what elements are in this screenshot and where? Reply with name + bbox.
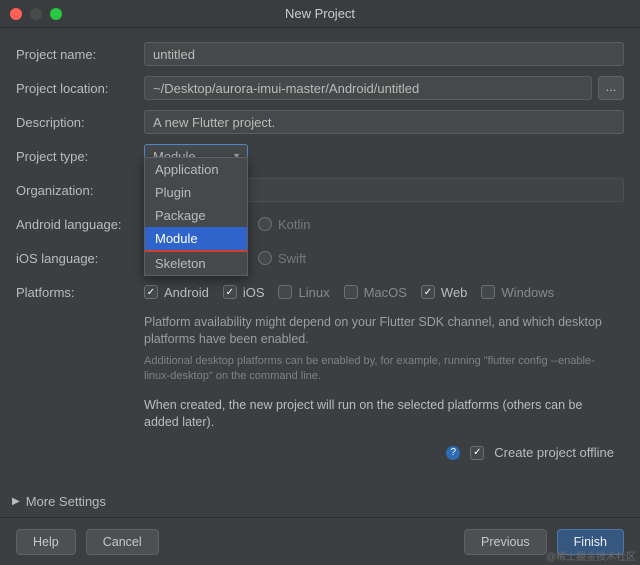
window-controls	[10, 8, 62, 20]
platform-label: Android	[164, 285, 209, 300]
project-type-option[interactable]: Package	[145, 204, 247, 227]
label-organization: Organization:	[16, 183, 144, 198]
ios-lang-swift-label: Swift	[278, 251, 306, 266]
project-type-option[interactable]: Skeleton	[145, 252, 247, 275]
project-type-option[interactable]: Application	[145, 158, 247, 181]
platform-checkbox[interactable]	[223, 285, 237, 299]
platform-label: Windows	[501, 285, 554, 300]
platform-label: Linux	[298, 285, 329, 300]
platform-item: MacOS	[344, 285, 407, 300]
project-type-option[interactable]: Module	[145, 227, 247, 252]
help-button[interactable]: Help	[16, 529, 76, 555]
chevron-right-icon: ▶	[12, 496, 20, 507]
description-input[interactable]	[144, 110, 624, 134]
label-platforms: Platforms:	[16, 285, 144, 300]
more-settings-toggle[interactable]: ▶ More Settings	[12, 494, 106, 509]
form-content: Project name: Project location: ... Desc…	[0, 28, 640, 460]
create-offline-label: Create project offline	[494, 445, 614, 460]
platform-item: Linux	[278, 285, 329, 300]
label-project-name: Project name:	[16, 47, 144, 62]
platform-item: Web	[421, 285, 468, 300]
platform-label: Web	[441, 285, 468, 300]
label-ios-language: iOS language:	[16, 251, 144, 266]
platform-label: iOS	[243, 285, 265, 300]
browse-button[interactable]: ...	[598, 76, 624, 100]
platform-checkbox[interactable]	[144, 285, 158, 299]
project-location-input[interactable]	[144, 76, 592, 100]
created-note: When created, the new project will run o…	[144, 397, 624, 431]
platform-item: Windows	[481, 285, 554, 300]
label-android-language: Android language:	[16, 217, 144, 232]
footer: Help Cancel Previous Finish	[0, 517, 640, 565]
more-settings-label: More Settings	[26, 494, 106, 509]
minimize-icon[interactable]	[30, 8, 42, 20]
android-lang-kotlin-radio[interactable]	[258, 217, 272, 231]
close-icon[interactable]	[10, 8, 22, 20]
watermark: @稀土掘金技术社区	[546, 548, 636, 563]
platform-label: MacOS	[364, 285, 407, 300]
platform-checkbox[interactable]	[421, 285, 435, 299]
cancel-button[interactable]: Cancel	[86, 529, 159, 555]
project-type-option[interactable]: Plugin	[145, 181, 247, 204]
platforms-group: Android iOS Linux MacOS Web Windows	[144, 285, 624, 300]
android-lang-kotlin-label: Kotlin	[278, 217, 311, 232]
label-project-location: Project location:	[16, 81, 144, 96]
window-title: New Project	[0, 6, 640, 21]
project-name-input[interactable]	[144, 42, 624, 66]
project-type-dropdown: ApplicationPluginPackageModuleSkeleton	[144, 157, 248, 276]
platform-checkbox[interactable]	[278, 285, 292, 299]
create-offline-checkbox[interactable]	[470, 446, 484, 460]
platform-item: Android	[144, 285, 209, 300]
platform-item: iOS	[223, 285, 265, 300]
platform-checkbox[interactable]	[481, 285, 495, 299]
titlebar: New Project	[0, 0, 640, 28]
previous-button[interactable]: Previous	[464, 529, 547, 555]
platform-checkbox[interactable]	[344, 285, 358, 299]
platform-hint-note: Additional desktop platforms can be enab…	[144, 354, 624, 384]
label-description: Description:	[16, 115, 144, 130]
ios-lang-swift-radio[interactable]	[258, 251, 272, 265]
platform-availability-note: Platform availability might depend on yo…	[144, 314, 624, 348]
zoom-icon[interactable]	[50, 8, 62, 20]
help-icon[interactable]: ?	[446, 446, 460, 460]
label-project-type: Project type:	[16, 149, 144, 164]
